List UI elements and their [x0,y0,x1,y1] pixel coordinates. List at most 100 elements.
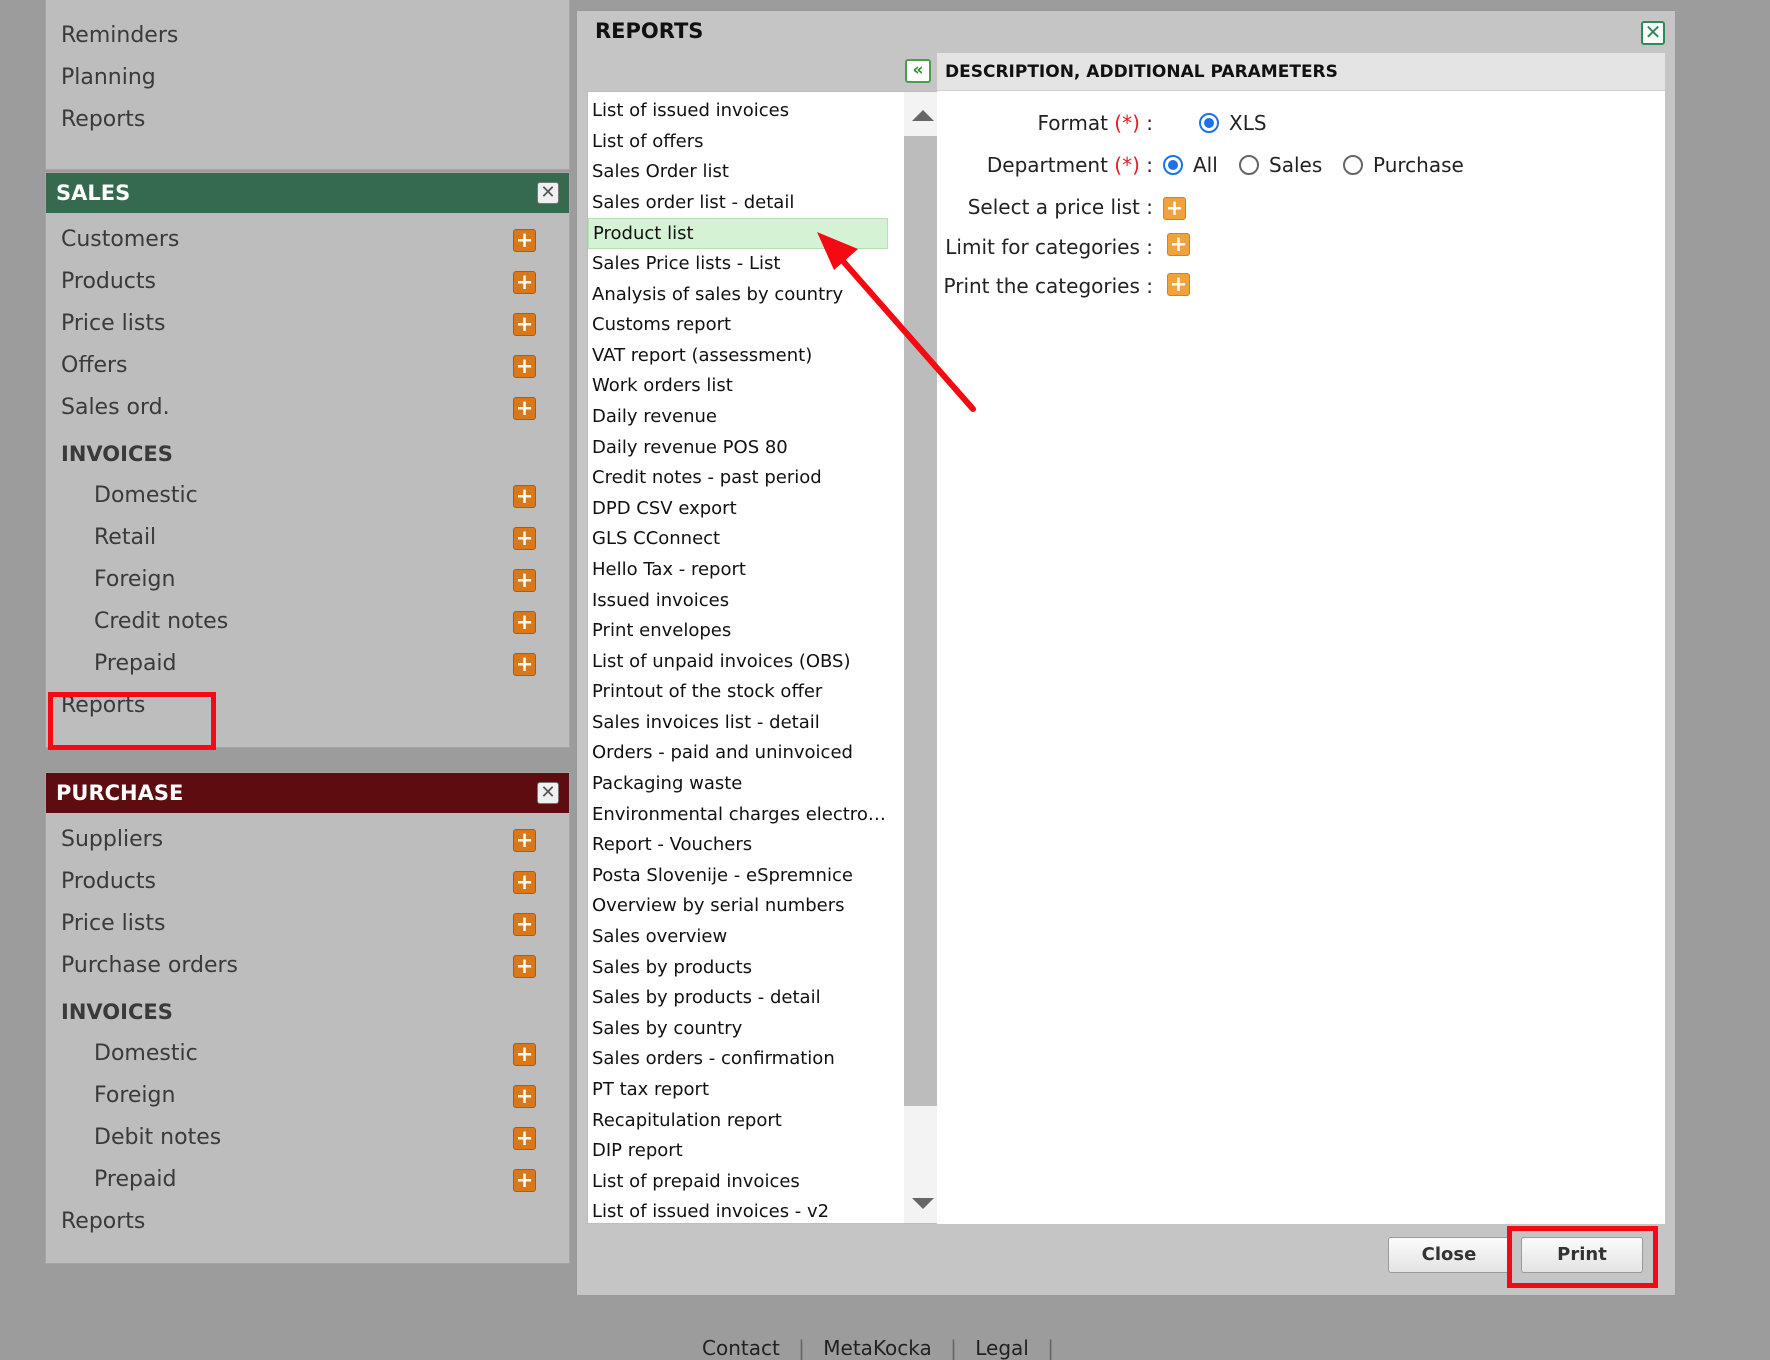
report-list-item[interactable]: GLS CConnect [588,524,888,555]
purchase-reports-link[interactable]: Reports [46,1201,569,1243]
add-icon[interactable]: + [513,1127,536,1150]
report-list-item[interactable]: Report - Vouchers [588,830,888,861]
report-list-item[interactable]: Daily revenue POS 80 [588,433,888,464]
sales-invoice-prepaid[interactable]: Prepaid + [46,643,569,685]
add-icon[interactable]: + [513,271,536,294]
add-icon[interactable]: + [513,485,536,508]
report-list-item[interactable]: DPD CSV export [588,494,888,525]
report-list-item[interactable]: PT tax report [588,1075,888,1106]
add-icon[interactable]: + [513,653,536,676]
radio-xls[interactable] [1199,113,1219,133]
menu-item-reports[interactable]: Reports [46,99,569,141]
report-list-item[interactable]: Sales invoices list - detail [588,708,888,739]
sales-item-products[interactable]: Products + [46,261,569,303]
sales-item-sales-orders[interactable]: Sales ord. + [46,387,569,429]
report-list-item[interactable]: List of offers [588,127,888,158]
report-list-item[interactable]: VAT report (assessment) [588,341,888,372]
add-icon[interactable]: + [513,1043,536,1066]
report-list-item[interactable]: Sales by products [588,953,888,984]
add-price-list-icon[interactable]: + [1163,197,1186,220]
sales-invoice-retail[interactable]: Retail + [46,517,569,559]
report-list-item[interactable]: List of issued invoices [588,96,888,127]
add-icon[interactable]: + [513,829,536,852]
add-icon[interactable]: + [513,313,536,336]
report-list-item[interactable]: Sales overview [588,922,888,953]
add-icon[interactable]: + [513,397,536,420]
report-list-item[interactable]: Credit notes - past period [588,463,888,494]
report-list-item[interactable]: Analysis of sales by country [588,280,888,311]
report-list-item[interactable]: Printout of the stock offer [588,677,888,708]
add-print-category-icon[interactable]: + [1167,273,1190,296]
sales-item-offers[interactable]: Offers + [46,345,569,387]
report-list-item[interactable]: List of issued invoices - v2 [588,1197,888,1223]
report-list-item[interactable]: Recapitulation report [588,1106,888,1137]
purchase-item-price-lists[interactable]: Price lists + [46,903,569,945]
footer-link-metakocka[interactable]: MetaKocka [823,1336,932,1360]
sales-invoice-domestic[interactable]: Domestic + [46,475,569,517]
menu-item-reminders[interactable]: Reminders [46,15,569,57]
report-list-item[interactable]: Daily revenue [588,402,888,433]
format-option-xls[interactable]: XLS [1199,111,1267,135]
limit-categories-label-text: Limit for categories : [945,235,1153,259]
report-list-item[interactable]: Orders - paid and uninvoiced [588,738,888,769]
sales-item-customers[interactable]: Customers + [46,219,569,261]
add-icon[interactable]: + [513,229,536,252]
scroll-up-icon[interactable] [912,110,934,121]
add-icon[interactable]: + [513,569,536,592]
close-icon[interactable]: ✕ [1641,21,1665,45]
radio-sales[interactable] [1239,155,1259,175]
add-icon[interactable]: + [513,955,536,978]
report-list-item[interactable]: Posta Slovenije - eSpremnice [588,861,888,892]
purchase-invoice-debit-notes[interactable]: Debit notes + [46,1117,569,1159]
collapse-icon[interactable]: « [905,59,931,83]
purchase-item-suppliers[interactable]: Suppliers + [46,819,569,861]
report-list-item[interactable]: Sales orders - confirmation [588,1044,888,1075]
report-list-item[interactable]: Overview by serial numbers [588,891,888,922]
department-option-all[interactable]: All [1163,153,1218,177]
report-list-item[interactable]: Customs report [588,310,888,341]
report-list-item[interactable]: DIP report [588,1136,888,1167]
add-icon[interactable]: + [513,611,536,634]
sales-invoice-foreign[interactable]: Foreign + [46,559,569,601]
report-list-item[interactable]: Packaging waste [588,769,888,800]
scroll-down-icon[interactable] [912,1198,934,1209]
report-list-item[interactable]: Work orders list [588,371,888,402]
report-list-item[interactable]: Sales order list - detail [588,188,888,219]
report-list-item[interactable]: Product list [588,218,888,249]
report-list-item[interactable]: List of unpaid invoices (OBS) [588,647,888,678]
purchase-item-purchase-orders[interactable]: Purchase orders + [46,945,569,987]
sales-invoice-credit-notes[interactable]: Credit notes + [46,601,569,643]
add-category-limit-icon[interactable]: + [1167,233,1190,256]
add-icon[interactable]: + [513,1169,536,1192]
add-icon[interactable]: + [513,355,536,378]
report-list-item[interactable]: Environmental charges electronic e... [588,800,888,831]
add-icon[interactable]: + [513,527,536,550]
footer-link-contact[interactable]: Contact [702,1336,780,1360]
footer-link-legal[interactable]: Legal [975,1336,1029,1360]
menu-item-planning[interactable]: Planning [46,57,569,99]
report-list-item[interactable]: Hello Tax - report [588,555,888,586]
add-icon[interactable]: + [513,1085,536,1108]
report-list-item[interactable]: List of prepaid invoices [588,1167,888,1198]
department-option-purchase[interactable]: Purchase [1343,153,1464,177]
purchase-invoice-foreign[interactable]: Foreign + [46,1075,569,1117]
report-list-item[interactable]: Sales by country [588,1014,888,1045]
purchase-invoice-domestic[interactable]: Domestic + [46,1033,569,1075]
report-list-item[interactable]: Print envelopes [588,616,888,647]
purchase-item-label: Price lists [61,911,166,936]
report-list-item[interactable]: Issued invoices [588,586,888,617]
radio-all[interactable] [1163,155,1183,175]
report-list-item[interactable]: Sales by products - detail [588,983,888,1014]
close-icon[interactable]: ✕ [537,782,559,804]
add-icon[interactable]: + [513,913,536,936]
report-list-item[interactable]: Sales Order list [588,157,888,188]
radio-purchase[interactable] [1343,155,1363,175]
report-list-item[interactable]: Sales Price lists - List [588,249,888,280]
purchase-invoice-prepaid[interactable]: Prepaid + [46,1159,569,1201]
close-button[interactable]: Close [1388,1237,1510,1273]
add-icon[interactable]: + [513,871,536,894]
close-icon[interactable]: ✕ [537,182,559,204]
department-option-sales[interactable]: Sales [1239,153,1322,177]
purchase-item-products[interactable]: Products + [46,861,569,903]
sales-item-price-lists[interactable]: Price lists + [46,303,569,345]
